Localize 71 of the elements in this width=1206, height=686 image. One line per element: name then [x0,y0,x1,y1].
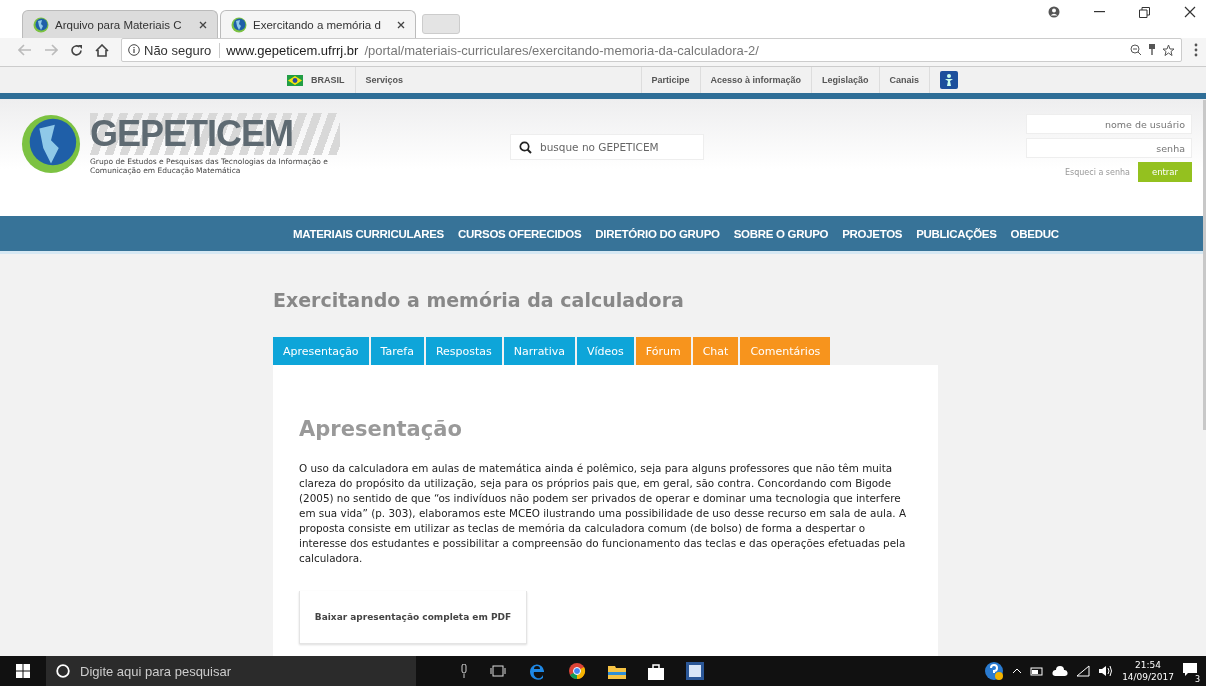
gov-link[interactable]: Legislação [822,75,869,85]
minimize-icon[interactable] [1094,11,1105,13]
chevron-up-icon[interactable] [1012,668,1023,674]
profile-icon[interactable] [1048,6,1060,18]
gov-link[interactable]: Serviços [365,75,404,85]
intro-paragraph: O uso da calculadora em aulas de matemática ainda é polêmico, seja para alguns professores que não têm muita clareza do propósito da utilização, seja para os próprios pais que, em geral, são contra. Concordando com Bigode (2005) no sentido de que “os indivíduos não podem ser privados de operar e dominar uma tecnologia que interfere em sua vida” (p. 303), elaboramos este MCEO ilustrando uma possibilidade de uso desse recurso em sala de aula. A proposta consiste em utilizar as teclas de memória da calculadora comum (de bolso) de forma a despertar o interesse dos estudantes e possibilitar a compreensão do funcionamento das teclas e das operações efetuadas pela calculadora. [299,461,907,566]
battery-icon[interactable] [1030,666,1045,676]
username-field[interactable]: nome de usuário [1026,114,1192,134]
content-tab[interactable]: Respostas [425,337,502,365]
security-label: Não seguro [144,42,212,58]
wifi-icon[interactable] [1076,665,1091,677]
logo-text: GEPETICEM [90,113,340,155]
url-path: /portal/materiais-curriculares/exercitando-memoria-da-calculadora-2/ [364,42,759,58]
chrome-icon[interactable] [568,662,586,680]
speaker-icon[interactable] [1098,665,1115,677]
task-view-icon[interactable] [490,665,506,677]
gov-link[interactable]: Acesso à informação [710,75,802,85]
reload-icon[interactable] [70,43,83,57]
document-icon[interactable] [686,662,704,680]
nav-item[interactable]: CURSOS OFERECIDOS [458,227,582,240]
taskbar-search-field[interactable]: Digite aqui para pesquisar [46,656,416,686]
forgot-password-link[interactable]: Esqueci a senha [1064,167,1130,177]
globe-icon [33,16,49,33]
url-host: www.gepeticem.ufrrj.br [226,42,359,58]
accessibility-icon[interactable] [940,71,959,89]
address-bar[interactable]: Não seguro www.gepeticem.ufrrj.br /portal/materiais-curriculares/exercitando-memoria-da-calculadora-2/ [121,38,1182,62]
section-title: Apresentação [299,417,463,441]
password-field[interactable]: senha [1026,138,1192,158]
home-icon[interactable] [95,43,109,57]
nav-item[interactable]: PROJETOS [842,227,903,240]
content-tab[interactable]: Apresentação [273,337,369,365]
store-icon[interactable] [648,662,664,680]
flag-icon [287,74,303,86]
clock[interactable]: 21:54 14/09/2017 [1122,659,1174,683]
logo-icon [20,113,82,175]
browser-tab[interactable]: Exercitando a memória d [220,10,416,38]
search-icon [519,140,532,154]
content-tab[interactable]: Narrativa [503,337,575,365]
notification-icon[interactable] [1182,661,1198,677]
gov-link[interactable]: Canais [889,75,920,85]
nav-item[interactable]: SOBRE O GRUPO [733,227,829,240]
help-icon[interactable] [984,661,1005,681]
country-link[interactable]: BRASIL [311,75,345,85]
microphone-icon[interactable] [460,664,468,678]
content-tab[interactable]: Vídeos [577,337,634,365]
zoom-out-icon[interactable] [1130,44,1142,56]
nav-item[interactable]: PUBLICAÇÕES [916,227,997,240]
edge-icon[interactable] [528,662,546,680]
notification-count: 3 [1192,675,1202,684]
restore-icon[interactable] [1139,6,1150,18]
close-icon[interactable] [1184,6,1196,18]
nav-item[interactable]: OBEDUC [1010,227,1059,240]
close-icon[interactable] [397,20,405,29]
scrollbar[interactable] [1203,100,1206,430]
browser-tab[interactable]: Arquivo para Materiais C [22,10,218,38]
globe-icon [231,16,247,33]
content-tab[interactable]: Tarefa [370,337,424,365]
cortana-icon [56,664,70,678]
close-icon[interactable] [199,20,207,29]
info-icon[interactable] [128,44,140,56]
folder-icon[interactable] [608,663,626,679]
menu-icon[interactable] [1194,43,1198,57]
nav-item[interactable]: MATERIAIS CURRICULARES [293,227,444,240]
search-field[interactable]: busque no GEPETICEM [510,134,704,160]
windows-icon[interactable] [16,664,30,678]
nav-item[interactable]: DIRETÓRIO DO GRUPO [595,227,720,240]
page-title: Exercitando a memória da calculadora [273,289,685,311]
star-icon[interactable] [1162,43,1175,57]
download-link[interactable]: Baixar apresentação completa em PDF [299,591,527,644]
gov-link[interactable]: Participe [651,75,690,85]
cloud-icon[interactable] [1052,666,1069,676]
